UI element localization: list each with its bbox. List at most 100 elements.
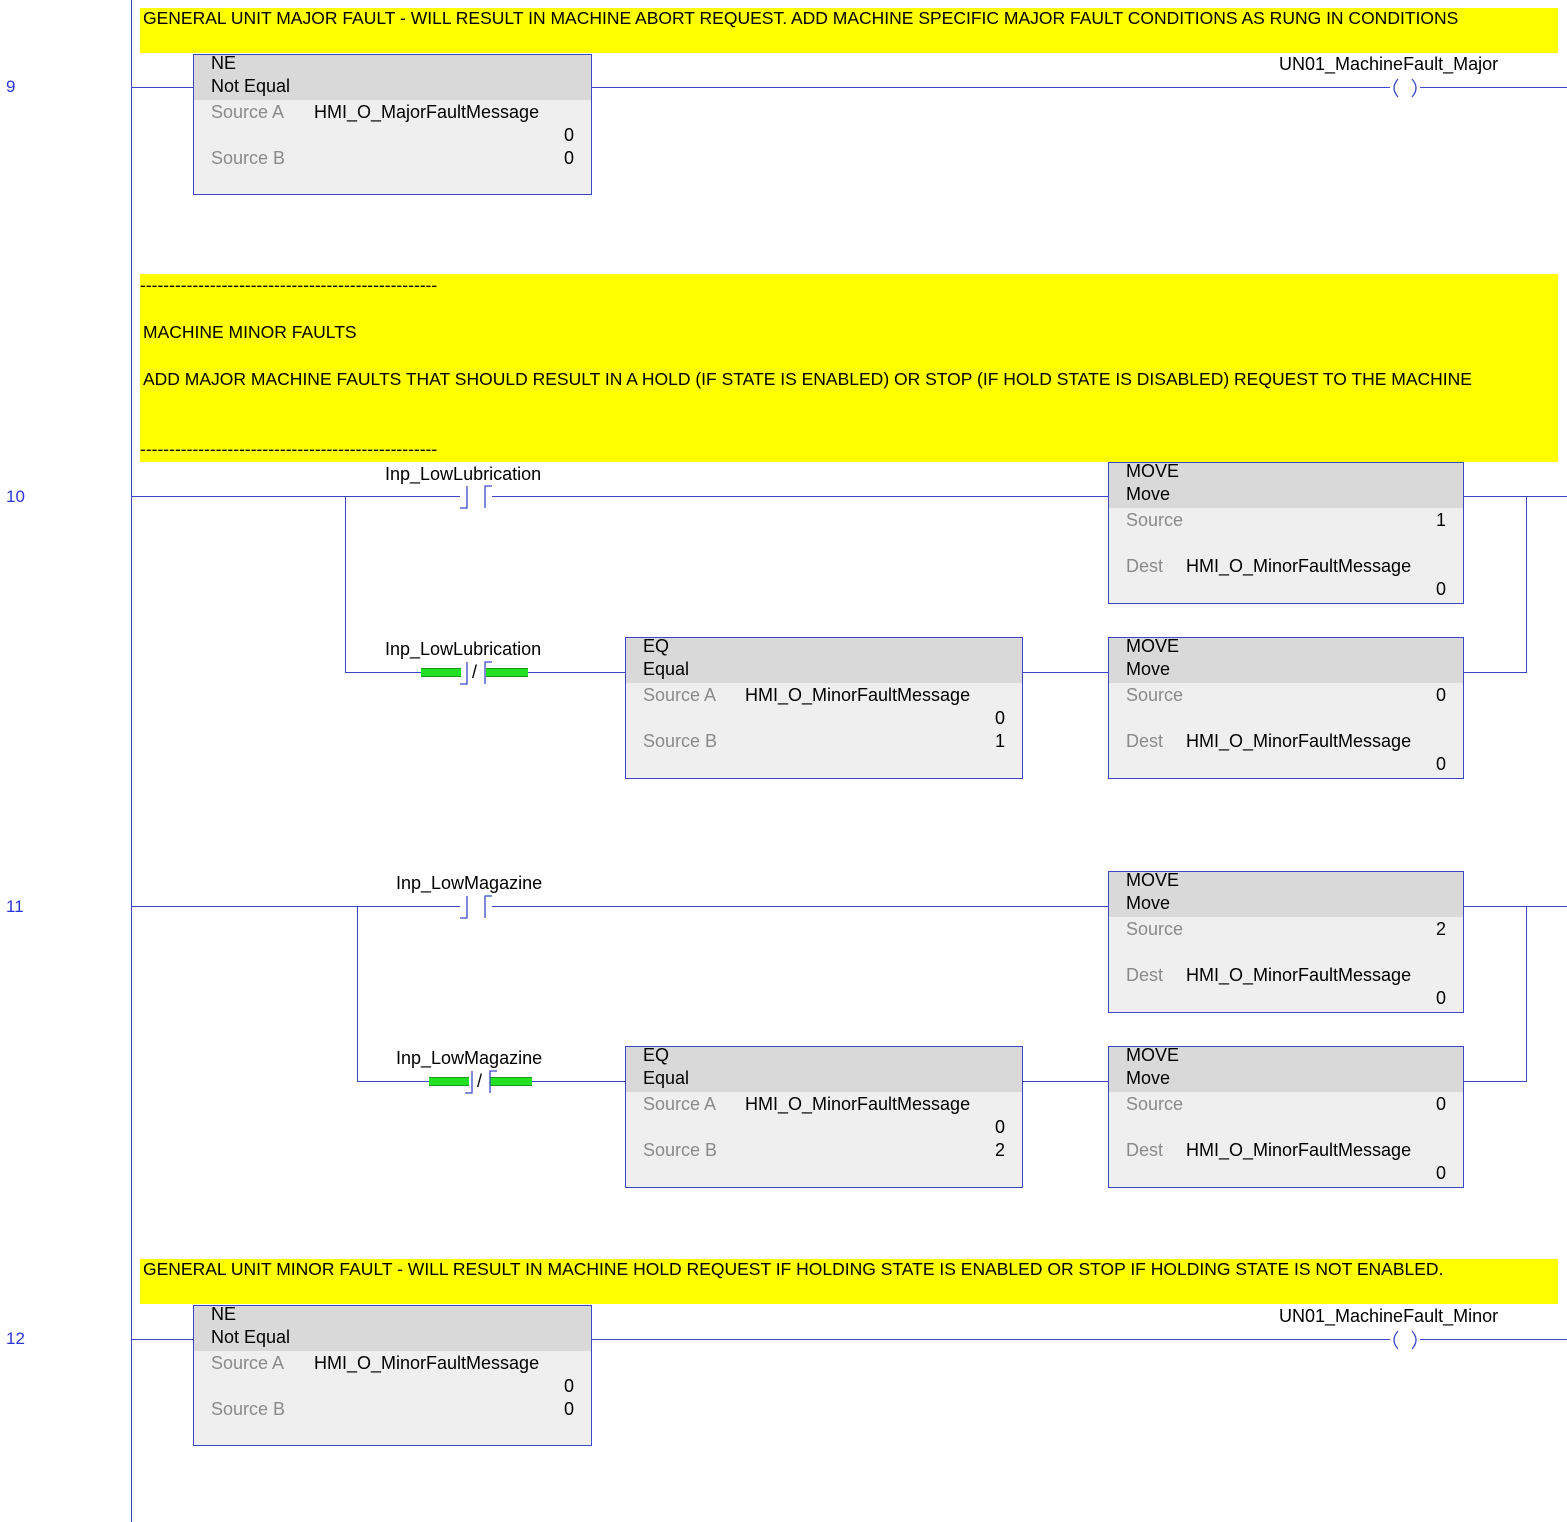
instruction-name: Not Equal <box>211 1327 291 1347</box>
branch-wire <box>530 1081 625 1082</box>
rung-number[interactable]: 11 <box>6 897 24 917</box>
instruction-mnemonic: MOVE <box>1126 870 1180 890</box>
source-b-label: Source B <box>643 1140 718 1160</box>
instruction-name: Equal <box>643 659 690 679</box>
instruction-mnemonic: EQ <box>643 1045 670 1065</box>
contact-tag[interactable]: Inp_LowLubrication <box>385 464 541 485</box>
source-a-value: 0 <box>994 708 1005 728</box>
branch-wire <box>1526 496 1527 673</box>
ne-instruction[interactable]: NE Not Equal Source A HMI_O_MinorFaultMe… <box>193 1304 592 1446</box>
source-a-label: Source A <box>211 1353 285 1373</box>
move-instruction[interactable]: MOVE Move Source 2 Dest HMI_O_MinorFault… <box>1108 870 1464 1013</box>
source-value[interactable]: 0 <box>1436 685 1446 706</box>
ne-instruction[interactable]: NE Not Equal Source A HMI_O_MajorFaultMe… <box>193 53 592 195</box>
coil-tag[interactable]: UN01_MachineFault_Minor <box>1279 1306 1498 1327</box>
rung-wire <box>1420 87 1567 88</box>
rung-number[interactable]: 12 <box>6 1329 25 1349</box>
branch-wire <box>1462 672 1527 673</box>
branch-wire <box>1021 672 1108 673</box>
dest-tag[interactable]: HMI_O_MinorFaultMessage <box>1186 556 1411 577</box>
dest-label: Dest <box>1126 965 1164 985</box>
branch-wire <box>345 672 425 673</box>
instruction-name: Not Equal <box>211 76 291 96</box>
instruction-mnemonic: EQ <box>643 636 670 656</box>
dest-tag[interactable]: HMI_O_MinorFaultMessage <box>1186 731 1411 752</box>
source-a-tag[interactable]: HMI_O_MajorFaultMessage <box>314 102 539 123</box>
rung-wire <box>1462 496 1567 497</box>
rung-comment[interactable]: ----------------------------------------… <box>140 274 1558 462</box>
source-b-value[interactable]: 0 <box>564 148 574 169</box>
rung-wire <box>591 87 1390 88</box>
source-a-label: Source A <box>643 685 717 705</box>
source-b-label: Source B <box>211 1399 286 1419</box>
source-a-tag[interactable]: HMI_O_MinorFaultMessage <box>745 1094 970 1115</box>
branch-wire <box>345 496 346 673</box>
source-b-value[interactable]: 1 <box>995 731 1005 752</box>
rung-comment[interactable]: GENERAL UNIT MINOR FAULT - WILL RESULT I… <box>140 1259 1558 1304</box>
coil-tag[interactable]: UN01_MachineFault_Major <box>1279 54 1498 75</box>
left-power-rail <box>131 0 132 1522</box>
branch-wire <box>526 672 625 673</box>
eq-instruction[interactable]: EQ Equal Source A HMI_O_MinorFaultMessag… <box>625 1045 1023 1188</box>
source-a-value: 0 <box>994 1117 1005 1137</box>
rung-wire <box>492 906 1108 907</box>
source-value[interactable]: 1 <box>1436 510 1446 531</box>
source-label: Source <box>1126 685 1184 705</box>
rung-wire <box>132 1339 193 1340</box>
source-value[interactable]: 2 <box>1436 919 1446 940</box>
rung-wire <box>591 1339 1390 1340</box>
dest-value: 0 <box>1435 579 1446 599</box>
move-instruction[interactable]: MOVE Move Source 0 Dest HMI_O_MinorFault… <box>1108 1045 1464 1188</box>
dest-label: Dest <box>1126 556 1164 576</box>
source-b-value[interactable]: 0 <box>564 1399 574 1420</box>
instruction-name: Move <box>1126 484 1171 504</box>
instruction-name: Move <box>1126 1068 1171 1088</box>
source-a-value: 0 <box>563 125 574 145</box>
dest-tag[interactable]: HMI_O_MinorFaultMessage <box>1186 965 1411 986</box>
contact-tag[interactable]: Inp_LowLubrication <box>385 639 541 660</box>
comment-dashes: ----------------------------------------… <box>140 275 438 295</box>
branch-wire <box>357 1081 433 1082</box>
contact-tag[interactable]: Inp_LowMagazine <box>396 1048 542 1069</box>
source-b-value[interactable]: 2 <box>995 1140 1005 1161</box>
dest-tag[interactable]: HMI_O_MinorFaultMessage <box>1186 1140 1411 1161</box>
xic-contact[interactable] <box>456 484 496 510</box>
branch-wire <box>1462 1081 1527 1082</box>
source-b-label: Source B <box>643 731 718 751</box>
source-b-label: Source B <box>211 148 286 168</box>
source-a-label: Source A <box>643 1094 717 1114</box>
source-a-value: 0 <box>563 1376 574 1396</box>
rung-wire <box>132 496 460 497</box>
comment-body: ADD MAJOR MACHINE FAULTS THAT SHOULD RES… <box>143 369 1472 389</box>
source-value[interactable]: 0 <box>1436 1094 1446 1115</box>
xio-slash: / <box>477 1071 483 1091</box>
eq-instruction[interactable]: EQ Equal Source A HMI_O_MinorFaultMessag… <box>625 636 1023 779</box>
source-label: Source <box>1126 510 1184 530</box>
instruction-name: Move <box>1126 893 1171 913</box>
instruction-name: Equal <box>643 1068 690 1088</box>
rung-number[interactable]: 9 <box>6 77 15 97</box>
rung-comment[interactable]: GENERAL UNIT MAJOR FAULT - WILL RESULT I… <box>140 8 1558 53</box>
move-instruction[interactable]: MOVE Move Source 1 Dest HMI_O_MinorFault… <box>1108 461 1464 604</box>
rung-number[interactable]: 10 <box>6 487 25 507</box>
output-coil[interactable] <box>1386 77 1424 99</box>
xic-contact[interactable] <box>456 894 496 920</box>
source-label: Source <box>1126 919 1184 939</box>
rung-wire <box>1420 1339 1567 1340</box>
move-instruction[interactable]: MOVE Move Source 0 Dest HMI_O_MinorFault… <box>1108 636 1464 779</box>
source-label: Source <box>1126 1094 1184 1114</box>
contact-tag[interactable]: Inp_LowMagazine <box>396 873 542 894</box>
branch-wire <box>1526 906 1527 1082</box>
source-a-tag[interactable]: HMI_O_MinorFaultMessage <box>314 1353 539 1374</box>
rung-comment-text: GENERAL UNIT MINOR FAULT - WILL RESULT I… <box>143 1259 1444 1279</box>
instruction-name: Move <box>1126 659 1171 679</box>
rung-wire <box>132 87 193 88</box>
xio-slash: / <box>472 662 478 682</box>
instruction-mnemonic: MOVE <box>1126 636 1180 656</box>
output-coil[interactable] <box>1386 1329 1424 1351</box>
source-a-tag[interactable]: HMI_O_MinorFaultMessage <box>745 685 970 706</box>
instruction-mnemonic: MOVE <box>1126 1045 1180 1065</box>
instruction-mnemonic: MOVE <box>1126 461 1180 481</box>
branch-wire <box>357 906 358 1082</box>
dest-value: 0 <box>1435 754 1446 774</box>
